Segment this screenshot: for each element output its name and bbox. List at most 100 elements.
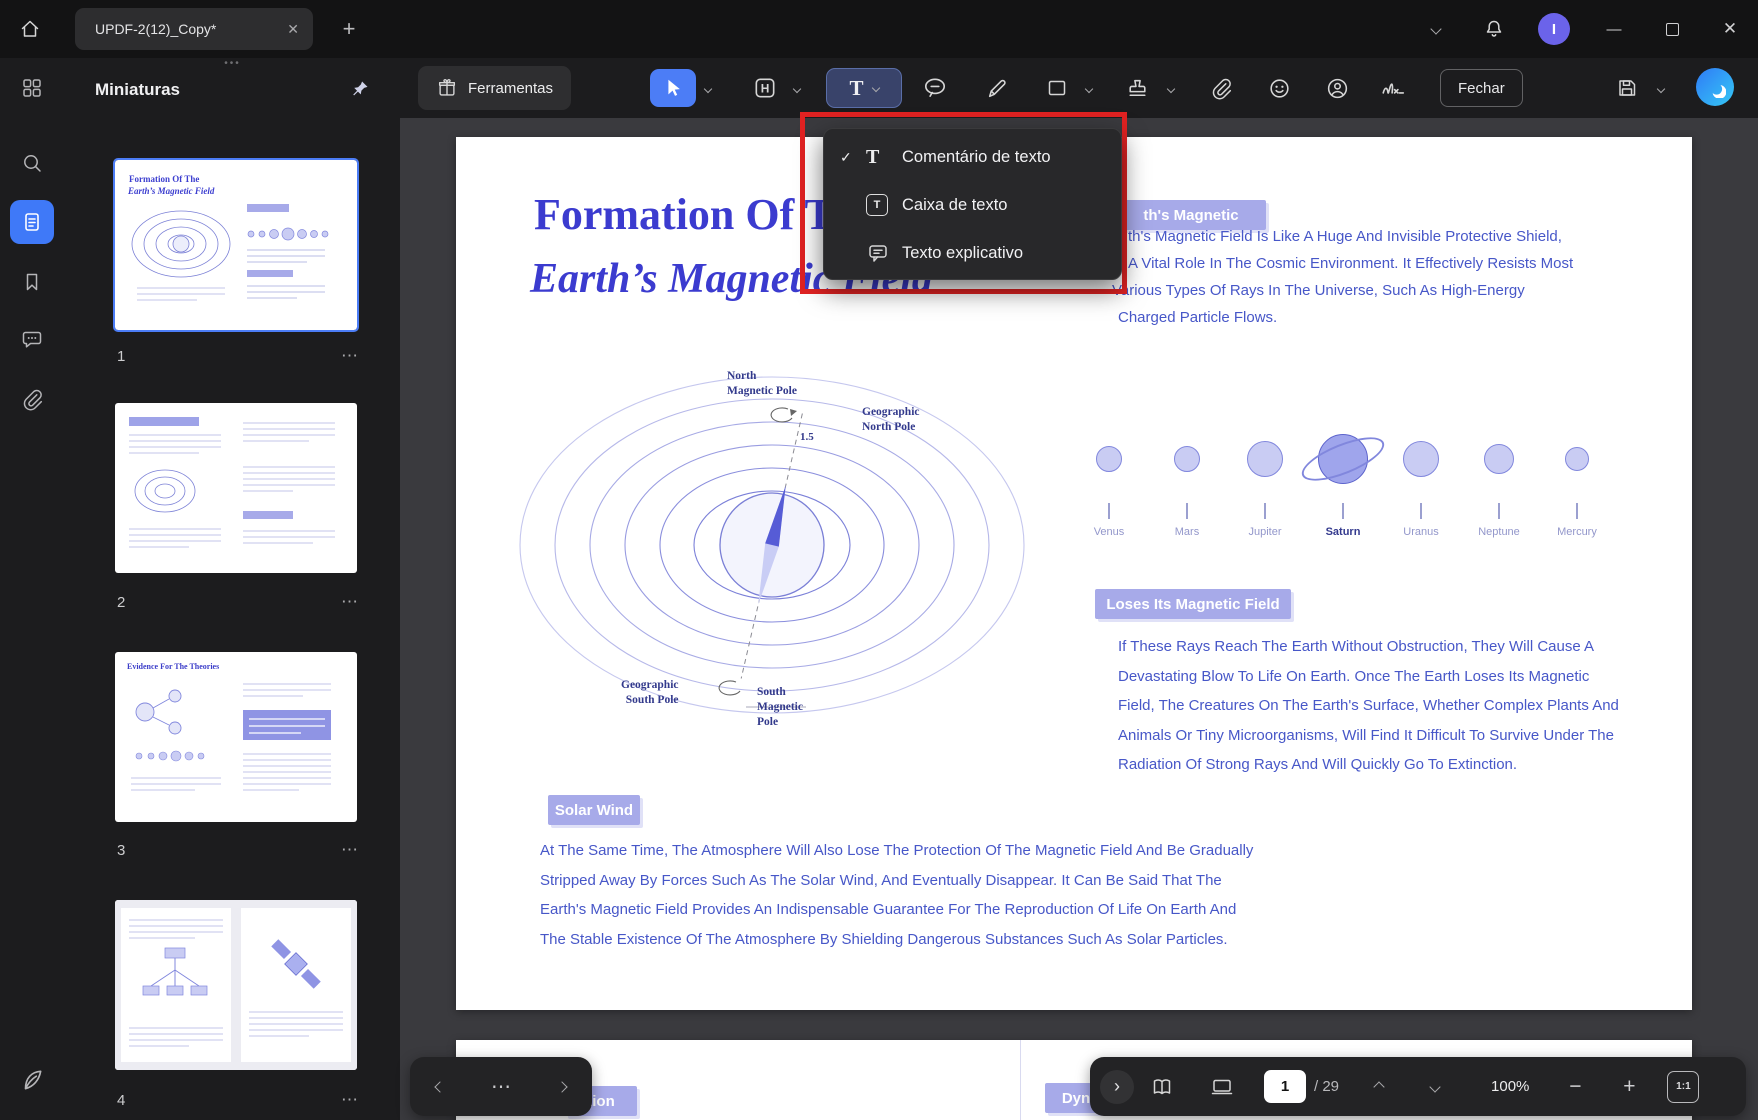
thumb1-more-icon[interactable]: ⋯ (341, 346, 359, 366)
thumb4-meta: 4 ⋯ (117, 1088, 359, 1112)
section1-line2: A Vital Role In The Cosmic Environment. … (1128, 255, 1574, 272)
zoom-out-button[interactable]: − (1559, 1071, 1591, 1103)
comments-panel-button[interactable] (18, 325, 46, 353)
attach-file-tool-button[interactable] (1206, 73, 1236, 103)
select-tool-dropdown[interactable] (703, 84, 713, 94)
expand-panel-button[interactable]: › (1100, 1069, 1134, 1104)
new-tab-button[interactable]: + (334, 14, 364, 44)
user-avatar[interactable]: I (1538, 13, 1570, 45)
minus-icon: − (1569, 1075, 1582, 1098)
ai-assistant-button[interactable] (1696, 68, 1734, 106)
maximize-icon (1665, 22, 1679, 36)
label-north-magnetic-pole: North Magnetic Pole (727, 370, 797, 397)
apps-grid-button[interactable] (18, 74, 46, 102)
section3-line2: Stripped Away By Forces Such As The Sola… (540, 872, 1222, 889)
contact-sign-tool-button[interactable] (1322, 73, 1352, 103)
chevron-down-icon[interactable] (871, 83, 880, 93)
menu-item-text-box[interactable]: T Caixa de texto (824, 181, 1121, 229)
paperclip-icon (23, 389, 43, 411)
bookmarks-button[interactable] (18, 268, 46, 296)
menu-item-text-comment[interactable]: ✓ T Comentário de texto (824, 133, 1121, 181)
section1-badge: th's Magnetic (1116, 200, 1266, 230)
shape-tool-button[interactable] (1042, 73, 1072, 103)
page-number-input[interactable] (1264, 1070, 1306, 1103)
label-geographic-north-pole: Geographic North Pole (862, 406, 920, 433)
close-mode-button[interactable]: Fechar (1440, 69, 1523, 107)
highlight-tool-dropdown[interactable] (792, 84, 802, 94)
nav-more-button[interactable]: ⋯ (485, 1071, 517, 1103)
thumb4-number: 4 (117, 1091, 126, 1109)
thumb4-preview (115, 900, 357, 1070)
tab-close-icon[interactable]: ✕ (287, 21, 299, 38)
thumb2-more-icon[interactable]: ⋯ (341, 592, 359, 612)
person-badge-icon (1327, 78, 1347, 98)
section1-line3: Various Types Of Rays In The Universe, S… (1112, 282, 1525, 299)
stamp-tool-dropdown[interactable] (1166, 84, 1176, 94)
thumbnail-page-1[interactable]: Formation Of The Earth’s Magnetic Field (113, 158, 359, 332)
plus-icon: + (1623, 1075, 1636, 1098)
signature-tool-button[interactable] (1378, 73, 1408, 103)
pen-tool-button[interactable] (982, 73, 1012, 103)
thumb3-meta: 3 ⋯ (117, 838, 359, 862)
annotation-toolbar: Ferramentas H T Fechar (400, 58, 1758, 118)
save-dropdown[interactable] (1656, 84, 1666, 94)
pin-icon (353, 81, 368, 96)
thumbnail-page-4[interactable] (115, 900, 357, 1070)
thumbnails-panel-button[interactable] (10, 200, 54, 244)
save-icon (1619, 80, 1636, 96)
text-tool-dropdown-menu: ✓ T Comentário de texto T Caixa de texto… (823, 128, 1122, 280)
menu-item-callout[interactable]: Texto explicativo (824, 229, 1121, 277)
pin-panel-button[interactable] (347, 76, 373, 102)
chevron-down-icon (1430, 23, 1442, 35)
updf-logo-icon (24, 1070, 42, 1090)
save-button[interactable] (1612, 73, 1642, 103)
thumb2-meta: 2 ⋯ (117, 590, 359, 614)
panel-drag-handle[interactable]: ••• (224, 58, 241, 69)
document-tab[interactable]: UPDF-2(12)_Copy* ✕ (75, 8, 313, 50)
thumbnail-page-3[interactable]: Evidence For The Theories (115, 652, 357, 822)
search-button[interactable] (18, 149, 46, 177)
chevron-down-icon (1429, 1080, 1441, 1093)
section1-line4: Charged Particle Flows. (1118, 309, 1278, 326)
text-tool-button[interactable]: T (826, 68, 902, 108)
comment-search-tool-button[interactable] (920, 73, 950, 103)
bookmark-icon (26, 273, 38, 291)
section2-line1: If These Rays Reach The Earth Without Ob… (1118, 638, 1595, 655)
reader-mode-button[interactable] (1146, 1071, 1178, 1103)
nav-forward-button[interactable] (546, 1071, 578, 1103)
presentation-mode-button[interactable] (1206, 1071, 1238, 1103)
thumb1-title-line1: Formation Of The (129, 174, 200, 184)
fit-ratio-button[interactable]: 1:1 (1667, 1070, 1700, 1103)
thumb3-more-icon[interactable]: ⋯ (341, 840, 359, 860)
stamp-tool-button[interactable] (1122, 73, 1152, 103)
next-page-button[interactable] (1419, 1071, 1451, 1103)
sticker-tool-button[interactable] (1264, 73, 1294, 103)
thumbnail-page-2[interactable] (115, 403, 357, 573)
close-mode-label: Fechar (1458, 79, 1505, 97)
chevron-right-icon (555, 1080, 568, 1093)
select-tool-button[interactable] (650, 69, 696, 107)
shape-tool-dropdown[interactable] (1084, 84, 1094, 94)
bell-icon (1486, 20, 1502, 37)
tools-button[interactable]: Ferramentas (418, 66, 572, 110)
book-icon (1153, 1078, 1171, 1094)
zoom-in-button[interactable]: + (1613, 1071, 1645, 1103)
titlebar-chevron-button[interactable] (1422, 15, 1450, 43)
attachments-button[interactable] (18, 385, 46, 413)
planet-venus: Venus (1078, 427, 1140, 538)
maximize-button[interactable] (1658, 15, 1686, 43)
section3-line3: Earth's Magnetic Field Provides An Indis… (540, 901, 1237, 918)
notifications-button[interactable] (1480, 15, 1508, 43)
thumb4-more-icon[interactable]: ⋯ (341, 1090, 359, 1110)
page-total-label: / 29 (1314, 1078, 1340, 1095)
label-south-magnetic-pole: South Magnetic Pole (757, 686, 803, 728)
nav-back-button[interactable] (424, 1071, 456, 1103)
pen-icon (988, 79, 1006, 97)
highlight-tool-button[interactable]: H (750, 73, 780, 103)
previous-page-button[interactable] (1363, 1071, 1395, 1103)
thumb2-preview (129, 417, 335, 548)
close-window-button[interactable]: ✕ (1716, 15, 1744, 43)
home-button[interactable] (12, 11, 48, 47)
thumbnails-panel: ••• Miniaturas Formation Of The Earth’s … (65, 58, 400, 1120)
minimize-button[interactable]: — (1600, 15, 1628, 43)
